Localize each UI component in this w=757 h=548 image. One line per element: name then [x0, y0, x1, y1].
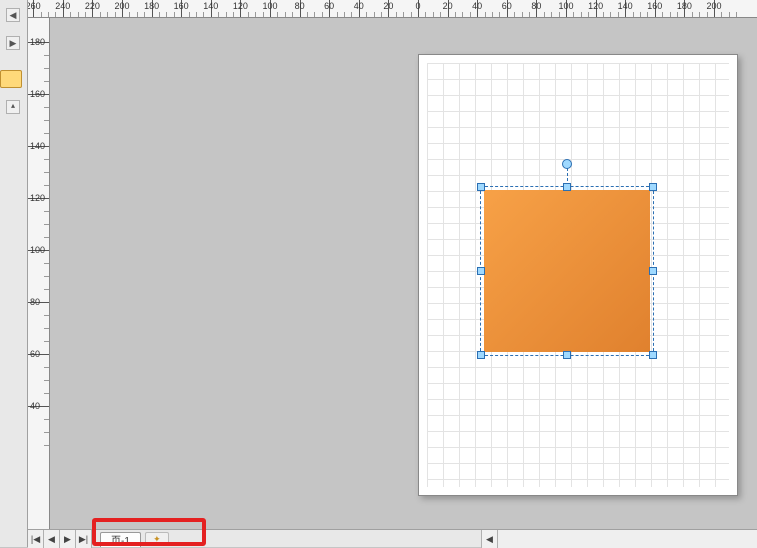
page-nav-last-button[interactable]: ▶|: [76, 530, 92, 548]
hscroll-track[interactable]: [497, 530, 757, 548]
ruler-tick-label: 100: [30, 245, 45, 255]
rotation-handle[interactable]: [562, 159, 572, 169]
ruler-tick-label: 80: [30, 297, 40, 307]
ruler-tick-label: 200: [114, 1, 129, 11]
rectangle-shape[interactable]: [484, 190, 650, 352]
resize-handle-se[interactable]: [649, 351, 657, 359]
left-sidebar: ◀ ▶ ▴: [0, 0, 28, 547]
ruler-tick-label: 20: [383, 1, 393, 11]
ruler-tick-label: 120: [588, 1, 603, 11]
resize-handle-sw[interactable]: [477, 351, 485, 359]
ruler-tick-label: 0: [415, 1, 420, 11]
ruler-tick-label: 140: [30, 141, 45, 151]
ruler-tick-label: 140: [618, 1, 633, 11]
ruler-tick-label: 80: [531, 1, 541, 11]
resize-handle-w[interactable]: [477, 267, 485, 275]
hscroll-left-button[interactable]: ◀: [481, 530, 497, 548]
shape-palette-swatch[interactable]: [0, 70, 22, 88]
ruler-tick-label: 120: [233, 1, 248, 11]
ruler-tick-label: 260: [28, 1, 41, 11]
page-nav-first-button[interactable]: |◀: [28, 530, 44, 548]
ruler-tick-label: 40: [354, 1, 364, 11]
page-tabs-container: 页-1 ✦: [92, 530, 169, 548]
resize-handle-ne[interactable]: [649, 183, 657, 191]
page-tab-bar: |◀ ◀ ▶ ▶| 页-1 ✦ ◀: [28, 529, 757, 547]
ruler-tick-label: 20: [443, 1, 453, 11]
sidebar-scroll-up[interactable]: ▴: [6, 100, 20, 114]
ruler-tick-label: 180: [30, 37, 45, 47]
new-page-icon: ✦: [153, 534, 161, 545]
ruler-tick-label: 100: [262, 1, 277, 11]
ruler-tick-label: 180: [144, 1, 159, 11]
ruler-tick-label: 120: [30, 193, 45, 203]
ruler-tick-label: 160: [30, 89, 45, 99]
ruler-tick-label: 180: [677, 1, 692, 11]
ruler-tick-label: 60: [30, 349, 40, 359]
page-nav-next-button[interactable]: ▶: [60, 530, 76, 548]
resize-handle-nw[interactable]: [477, 183, 485, 191]
ruler-tick-label: 100: [558, 1, 573, 11]
resize-handle-e[interactable]: [649, 267, 657, 275]
page-tab-1[interactable]: 页-1: [100, 532, 141, 547]
ruler-tick-label: 240: [55, 1, 70, 11]
ruler-tick-label: 160: [174, 1, 189, 11]
sidebar-collapse-button[interactable]: ◀: [6, 8, 20, 22]
ruler-tick-label: 40: [30, 401, 40, 411]
ruler-tick-label: 200: [706, 1, 721, 11]
sidebar-expand-button[interactable]: ▶: [6, 36, 20, 50]
page-tab-label: 页-1: [111, 532, 130, 547]
vertical-ruler: 180 160 140 120 100 80 60 40: [28, 18, 50, 529]
horizontal-ruler: 2602402202001801601401201008060402002040…: [28, 0, 757, 18]
ruler-tick-label: 220: [85, 1, 100, 11]
ruler-tick-label: 60: [324, 1, 334, 11]
ruler-tick-label: 140: [203, 1, 218, 11]
new-page-tab-button[interactable]: ✦: [145, 532, 169, 546]
ruler-tick-label: 160: [647, 1, 662, 11]
ruler-tick-label: 40: [472, 1, 482, 11]
resize-handle-s[interactable]: [563, 351, 571, 359]
resize-handle-n[interactable]: [563, 183, 571, 191]
horizontal-scrollbar[interactable]: ◀: [481, 530, 757, 547]
ruler-tick-label: 60: [502, 1, 512, 11]
page-nav-prev-button[interactable]: ◀: [44, 530, 60, 548]
ruler-tick-label: 80: [295, 1, 305, 11]
